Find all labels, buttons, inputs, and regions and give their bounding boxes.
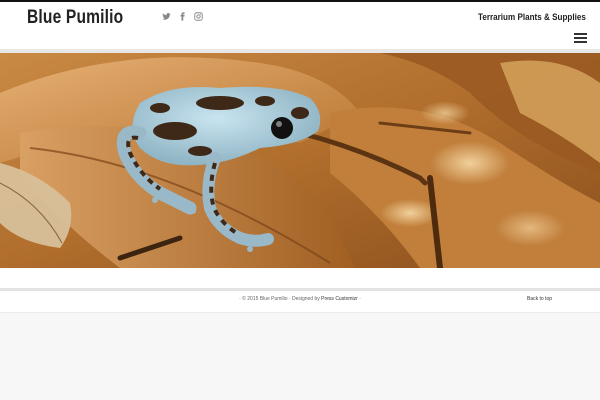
- site-header: Blue Pumilio Terrarium Plants & Supplies: [0, 2, 600, 49]
- hamburger-menu-icon[interactable]: [574, 33, 587, 43]
- footer-credit: · © 2015 Blue Pumilio · Designed by Pres…: [0, 296, 600, 302]
- page-background: [0, 313, 600, 400]
- back-to-top-link[interactable]: Back to top: [527, 296, 552, 302]
- twitter-icon[interactable]: [162, 12, 171, 21]
- copyright-end: ·: [359, 296, 361, 302]
- content-spacer: [0, 268, 600, 288]
- site-title[interactable]: Blue Pumilio: [27, 7, 123, 29]
- site-footer: · © 2015 Blue Pumilio · Designed by Pres…: [0, 291, 600, 313]
- hero-image: [0, 53, 600, 268]
- site-tagline: Terrarium Plants & Supplies: [478, 12, 586, 22]
- facebook-icon[interactable]: [178, 12, 187, 21]
- frog-photo: [0, 53, 600, 268]
- copyright-text: · © 2015 Blue Pumilio · Designed by: [239, 296, 320, 302]
- instagram-icon[interactable]: [194, 12, 203, 21]
- page: Blue Pumilio Terrarium Plants & Supplies: [0, 0, 600, 400]
- designer-link[interactable]: Press Customizr: [321, 296, 358, 302]
- social-links: [162, 12, 203, 21]
